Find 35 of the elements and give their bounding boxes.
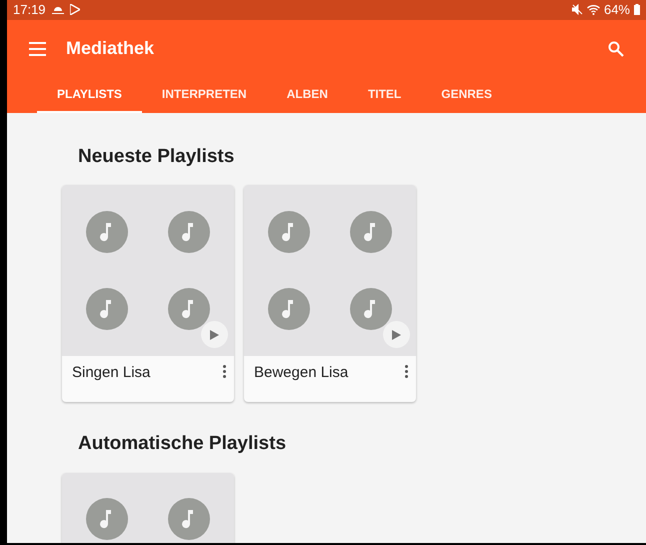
music-note-icon	[168, 210, 210, 253]
search-icon[interactable]	[608, 40, 624, 56]
playlist-card[interactable]: Bewegen Lisa	[244, 185, 416, 402]
music-note-icon	[86, 498, 128, 540]
music-note-icon	[168, 288, 210, 330]
music-note-icon	[86, 210, 128, 253]
play-button[interactable]	[383, 321, 410, 348]
tab[interactable]: GENRES	[421, 78, 512, 112]
battery-percentage: 64%	[604, 1, 630, 19]
music-note-icon	[86, 288, 128, 330]
mute-icon	[572, 4, 583, 16]
play-icon	[210, 330, 219, 340]
section-heading: Neueste Playlists	[78, 144, 236, 168]
play-button[interactable]	[201, 321, 228, 348]
tab[interactable]: ALBEN	[266, 78, 348, 112]
battery-icon	[634, 4, 640, 16]
play-store-icon	[70, 4, 80, 16]
playlist-card[interactable]: Singen Lisa	[62, 185, 234, 402]
section-heading: Automatische Playlists	[78, 432, 288, 456]
music-note-icon	[168, 498, 210, 540]
weather-icon	[52, 4, 64, 15]
menu-icon[interactable]	[29, 42, 46, 56]
playlist-name: Singen Lisa	[72, 363, 150, 383]
status-time: 17:19	[13, 1, 46, 19]
tab[interactable]: PLAYLISTS	[37, 78, 142, 112]
tab[interactable]: TITEL	[348, 78, 422, 112]
playlist-name: Bewegen Lisa	[254, 363, 348, 383]
toolbar-title: Mediathek	[66, 37, 156, 60]
music-note-icon	[268, 288, 310, 330]
music-note-icon	[350, 210, 392, 253]
wifi-icon	[586, 4, 600, 16]
play-icon	[392, 330, 401, 340]
music-note-icon	[268, 210, 310, 253]
tab[interactable]: INTERPRETEN	[142, 78, 267, 112]
music-note-icon	[350, 288, 392, 330]
